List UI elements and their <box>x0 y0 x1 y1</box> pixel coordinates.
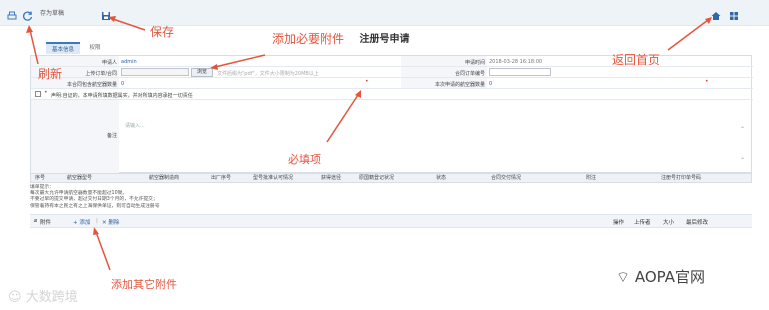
annotation-refresh: 刷新 <box>38 67 63 81</box>
arrow-attachment <box>214 54 266 68</box>
watermark-left: ☺ 大数跨境 <box>8 290 78 305</box>
arrow-refresh <box>29 29 39 65</box>
arrow-save <box>112 18 146 31</box>
annotation-add-other-attachment: 添加其它附件 <box>111 278 177 291</box>
annotation-required-field: 必填项 <box>288 153 321 166</box>
annotation-arrows <box>26 16 712 271</box>
arrow-home <box>667 19 709 51</box>
arrow-head-required <box>355 90 361 98</box>
arrow-head-attachment <box>210 64 218 70</box>
watermark-right: ⌔ AOPA官网 <box>616 268 706 286</box>
watermark-right-text: AOPA官网 <box>634 268 706 286</box>
arrow-required <box>326 94 359 143</box>
annotation-return-home: 返回首页 <box>612 53 661 67</box>
arrow-head-home <box>705 17 712 24</box>
arrow-head-save <box>108 16 116 22</box>
arrow-other-attachment <box>95 231 111 271</box>
watermark-left-text: 大数跨境 <box>25 290 78 305</box>
arrow-head-other-attachment <box>93 227 99 235</box>
annotation-add-required-attachment: 添加必要附件 <box>272 32 345 46</box>
annotation-save: 保存 <box>150 25 175 39</box>
arrow-head-refresh <box>26 25 33 33</box>
